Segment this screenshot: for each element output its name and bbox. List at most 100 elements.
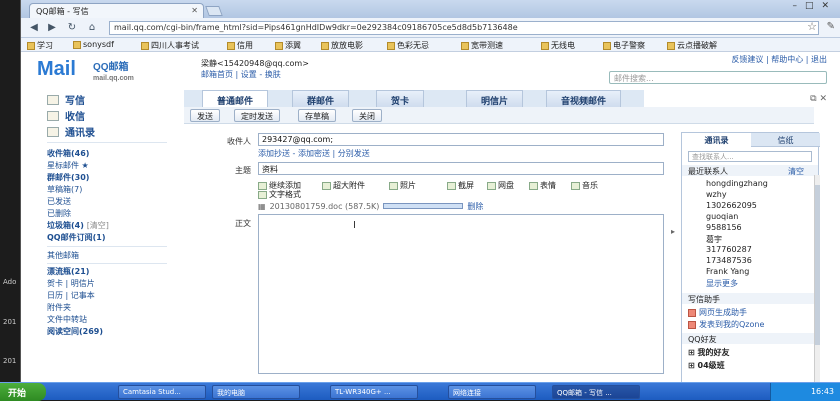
folder-bottle[interactable]: 漂流瓶(21) (47, 266, 89, 277)
toolbar: ◀ ▶ ↻ ⌂ mail.qq.com/cgi-bin/frame_html?s… (21, 18, 840, 38)
tab-group-mail[interactable]: 群邮件 (292, 90, 350, 107)
close-icon[interactable]: ✕ (191, 6, 198, 15)
taskbar: 开始 Camtasia Stud... 我的电脑 TL-WR340G+ ... … (0, 382, 840, 401)
bookmark[interactable]: 添翼 (275, 40, 301, 51)
attachment-name: 20130801759.doc (587.5K) (269, 201, 380, 211)
taskbar-item[interactable]: TL-WR340G+ ... (330, 385, 418, 399)
bookmark[interactable]: 云点播破解 (667, 40, 717, 51)
friend-group[interactable]: ⊞ 04级班 (688, 360, 725, 371)
contact-item[interactable]: 9588156 (706, 223, 742, 232)
send-button[interactable]: 发送 (190, 109, 220, 122)
tab-normal-mail[interactable]: 普通邮件 (202, 90, 269, 107)
folder-sent[interactable]: 已发送 (47, 196, 71, 207)
folder-cards[interactable]: 贺卡 | 明信片 (47, 278, 95, 289)
folder-drafts[interactable]: 草稿箱(7) (47, 184, 82, 195)
tab-video-mail[interactable]: 音视频邮件 (546, 90, 622, 107)
folder-group[interactable]: 群邮件(30) (47, 172, 89, 183)
folder-deleted[interactable]: 已删除 (47, 208, 71, 219)
text-format-button[interactable]: 文字格式 (258, 189, 301, 200)
contact-item[interactable]: 1302662095 (706, 201, 757, 210)
folder-calendar[interactable]: 日历 | 记事本 (47, 290, 95, 301)
folder-spam[interactable]: 垃圾箱(4) [清空] (47, 220, 109, 231)
folder-attachments[interactable]: 附件夹 (47, 302, 71, 313)
bookmark[interactable]: 宽带测速 (461, 40, 503, 51)
folder-subscription[interactable]: QQ邮件订阅(1) (47, 232, 105, 243)
home-icon[interactable]: ⌂ (85, 21, 99, 35)
folder-starred[interactable]: 星标邮件 ★ (47, 160, 89, 171)
scrollbar-thumb[interactable] (815, 185, 820, 345)
web-helper-link[interactable]: 网页生成助手 (688, 307, 747, 318)
clock: 16:43 (810, 387, 834, 396)
forward-icon[interactable]: ▶ (45, 21, 59, 35)
taskbar-item-active[interactable]: QQ邮箱 - 写信 ... (552, 385, 640, 399)
bookmark[interactable]: 电子警察 (603, 40, 645, 51)
screenshot-button[interactable]: 截屏 (447, 180, 474, 191)
popout-icon[interactable]: ⧉ ✕ (810, 94, 827, 104)
folder-transfer[interactable]: 文件中转站 (47, 314, 87, 325)
bookmark[interactable]: 无线电 (541, 40, 575, 51)
contact-item[interactable]: guoqian (706, 212, 738, 221)
tab-stationery[interactable]: 信纸 (751, 133, 820, 147)
folder-other[interactable]: 其他邮箱 (47, 250, 79, 261)
start-button[interactable]: 开始 (0, 383, 46, 401)
wrench-icon[interactable]: ✎ (827, 21, 835, 32)
bookmark[interactable]: sonysdf (73, 40, 114, 49)
contacts-scrollbar[interactable] (814, 175, 820, 385)
account-name[interactable]: 梁静<15420948@qq.com> (201, 58, 309, 69)
contact-item[interactable]: 葛宇 (706, 234, 722, 245)
window-controls[interactable]: –□✕ (792, 1, 837, 11)
write-button[interactable]: 写信 (47, 92, 85, 107)
empty-spam-link[interactable]: [清空] (87, 221, 109, 230)
taskbar-item[interactable]: 网络连接 (448, 385, 536, 399)
tab-contacts[interactable]: 通讯录 (682, 133, 751, 147)
account-links[interactable]: 邮箱首页 | 设置 - 换肤 (201, 69, 281, 80)
divider (47, 142, 167, 143)
to-field[interactable]: 293427@qq.com; (258, 133, 664, 146)
bookmark[interactable]: 放放电影 (321, 40, 363, 51)
tab-postcard[interactable]: 明信片 (466, 90, 524, 107)
mail-search-input[interactable]: 邮件搜索... (609, 71, 827, 84)
close-button[interactable]: 关闭 (352, 109, 382, 122)
address-bar[interactable]: mail.qq.com/cgi-bin/frame_html?sid=Pips4… (109, 21, 819, 35)
contact-item[interactable]: 317760287 (706, 245, 752, 254)
emoji-button[interactable]: 表情 (529, 180, 556, 191)
contact-item[interactable]: 173487536 (706, 256, 752, 265)
contacts-button[interactable]: 通讯录 (47, 124, 95, 139)
contact-item[interactable]: wzhy (706, 190, 727, 199)
browser-window: QQ邮箱 - 写信 ✕ –□✕ ◀ ▶ ↻ ⌂ mail.qq.com/cgi-… (20, 0, 840, 385)
browser-tab[interactable]: QQ邮箱 - 写信 ✕ (29, 3, 204, 18)
folder-inbox[interactable]: 收件箱(46) (47, 148, 89, 159)
bookmark[interactable]: 信用 (227, 40, 253, 51)
friend-group[interactable]: ⊞ 我的好友 (688, 347, 730, 358)
bookmark[interactable]: 学习 (27, 40, 53, 51)
contact-item[interactable]: hongdingzhang (706, 179, 768, 188)
large-attachment-button[interactable]: 超大附件 (322, 180, 365, 191)
subject-field[interactable]: 资料 (258, 162, 664, 175)
schedule-send-button[interactable]: 定时发送 (234, 109, 280, 122)
bookmark[interactable]: 色彩无忌 (387, 40, 429, 51)
music-button[interactable]: 音乐 (571, 180, 598, 191)
taskbar-item[interactable]: Camtasia Stud... (118, 385, 206, 399)
expand-arrow-icon[interactable]: ▸ (671, 227, 675, 236)
star-icon[interactable]: ☆ (807, 20, 817, 33)
folder-reading[interactable]: 阅读空间(269) (47, 326, 103, 337)
remove-attachment-link[interactable]: 删除 (467, 201, 483, 212)
inbox-button[interactable]: 收信 (47, 108, 85, 123)
taskbar-item[interactable]: 我的电脑 (212, 385, 300, 399)
photo-button[interactable]: 照片 (389, 180, 416, 191)
bookmark[interactable]: 四川人事考试 (141, 40, 199, 51)
reload-icon[interactable]: ↻ (65, 21, 79, 35)
contact-search-input[interactable]: 查找联系人... (688, 151, 812, 162)
clear-recent-link[interactable]: 清空 (788, 166, 804, 177)
back-icon[interactable]: ◀ (27, 21, 41, 35)
contact-item[interactable]: Frank Yang (706, 267, 749, 276)
save-draft-button[interactable]: 存草稿 (298, 109, 336, 122)
new-tab-button[interactable] (205, 6, 223, 16)
cc-links[interactable]: 添加抄送 - 添加密送 | 分别发送 (258, 148, 370, 159)
tab-greeting-card[interactable]: 贺卡 (376, 90, 425, 107)
body-editor[interactable] (258, 214, 664, 374)
show-more-link[interactable]: 显示更多 (706, 278, 738, 289)
netdisk-button[interactable]: 网盘 (487, 180, 514, 191)
top-links[interactable]: 反馈建议 | 帮助中心 | 退出 (731, 54, 827, 65)
qzone-link[interactable]: 发表到我的Qzone (688, 319, 764, 330)
